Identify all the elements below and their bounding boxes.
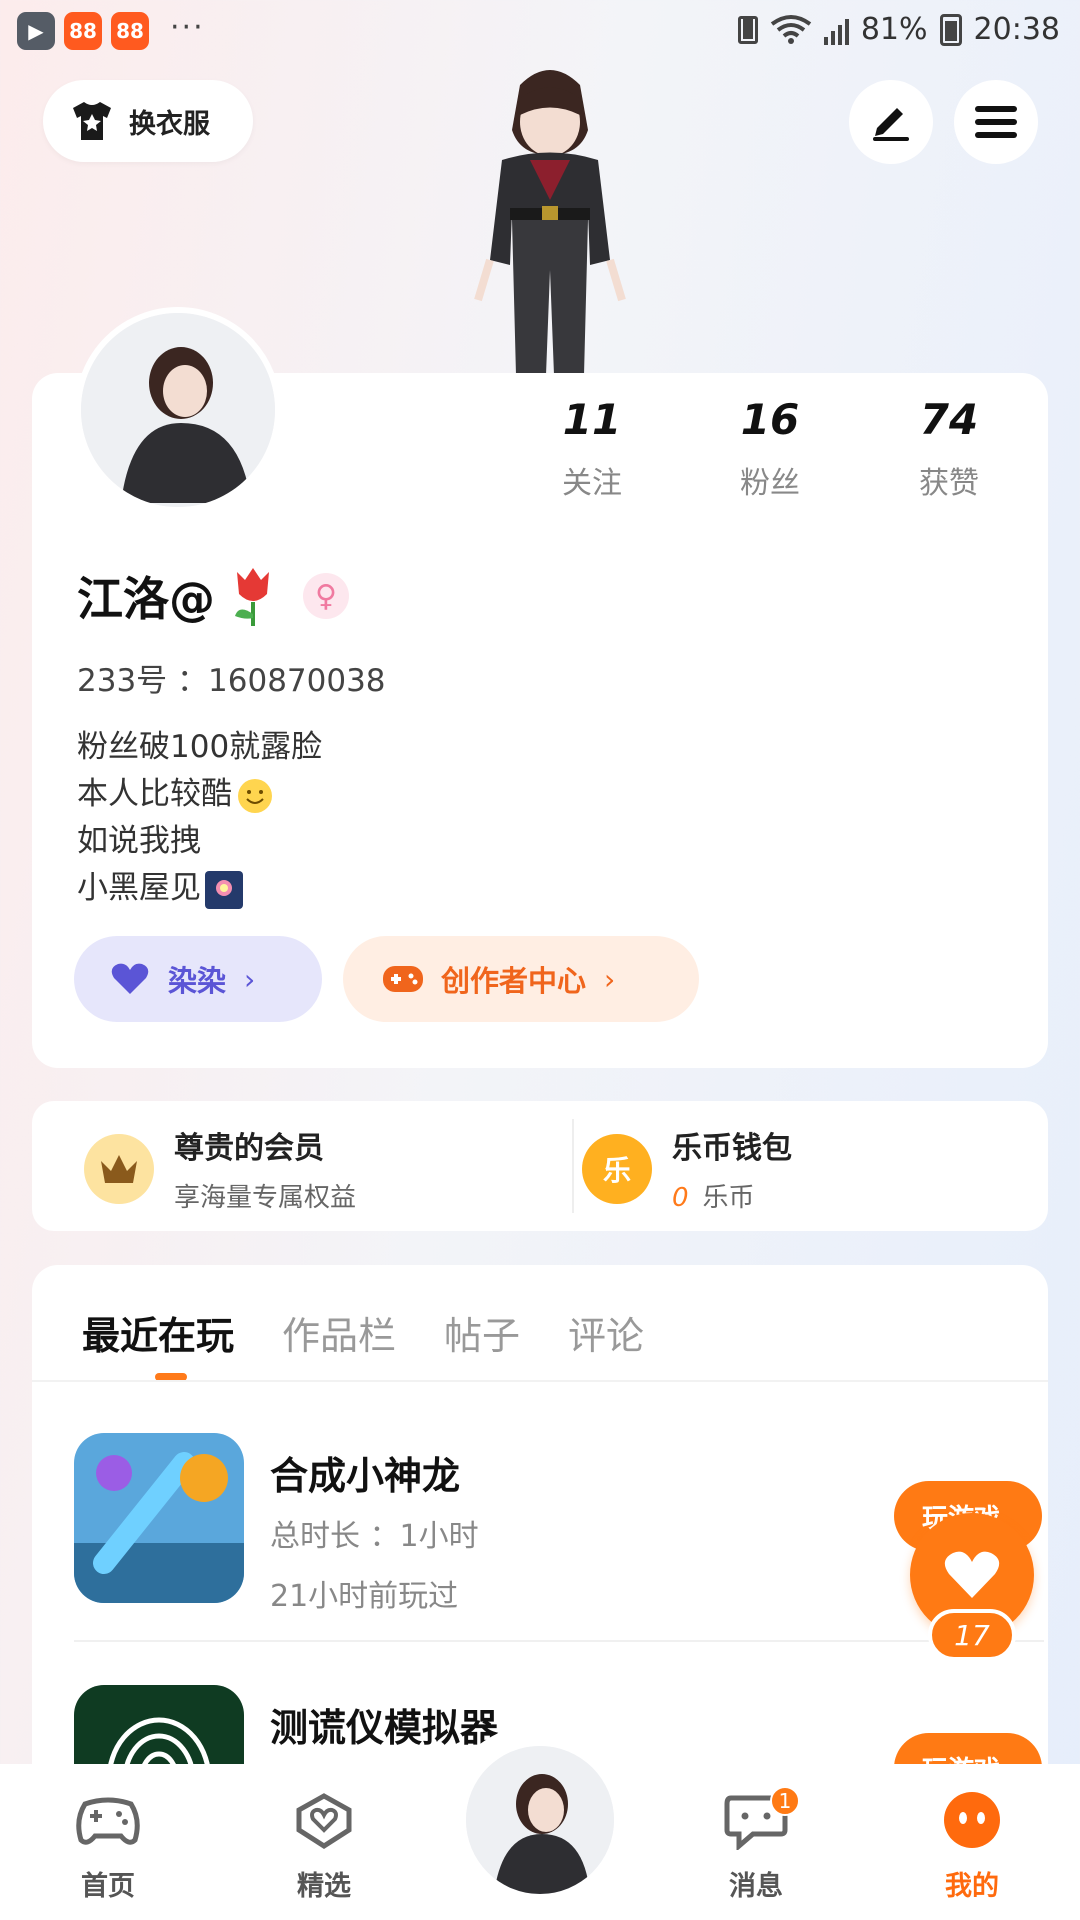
app-notification-icon: 88 (64, 12, 102, 50)
game-icon (74, 1433, 244, 1603)
edit-profile-button[interactable] (849, 80, 933, 164)
dye-button[interactable]: 染染 › (74, 936, 322, 1022)
tab-works[interactable]: 作品栏 (282, 1305, 396, 1360)
dye-label: 染染 (168, 964, 227, 998)
app-notification-icon: ▶ (17, 12, 55, 50)
avatar-image (81, 313, 275, 507)
coin-glyph: 乐 (602, 1153, 631, 1187)
vip-subtitle: 享海量专属权益 (174, 1183, 357, 1213)
tab-recent[interactable]: 最近在玩 (82, 1305, 234, 1360)
chevron-right-icon: › (244, 962, 256, 996)
change-outfit-label: 换衣服 (129, 108, 210, 140)
nav-home[interactable]: 首页 (48, 1790, 168, 1903)
status-bar: ▶ 88 88 ··· 81% 20:38 (0, 0, 1080, 62)
battery-percent: 81% (860, 12, 928, 47)
divider (74, 1640, 1044, 1642)
following-stat[interactable]: 11 关注 (522, 395, 662, 502)
avatar[interactable] (75, 307, 281, 513)
wallet-entry[interactable]: 乐 乐币钱包 0 乐币 (582, 1123, 792, 1214)
bio-line: 如说我拽 (77, 823, 201, 859)
member-wallet-card: 尊贵的会员 享海量专属权益 乐 乐币钱包 0 乐币 (32, 1101, 1048, 1231)
bio-line: 本人比较酷 (77, 776, 232, 812)
pencil-icon (873, 108, 909, 141)
bio: 粉丝破100就露脸 本人比较酷 如说我拽 小黑屋见 (77, 724, 322, 912)
bio-line: 小黑屋见 (77, 870, 201, 906)
female-gender-icon: ♀ (303, 573, 349, 619)
hamburger-icon (975, 106, 1017, 138)
gamepad-icon (383, 966, 423, 992)
creator-center-label: 创作者中心 (441, 964, 587, 998)
username: 江洛@ (77, 572, 215, 626)
game-duration: 总时长 ：1小时 (270, 1519, 479, 1554)
smiley-emoji-icon (238, 778, 272, 813)
nav-featured-label: 精选 (297, 1871, 351, 1902)
like-count: 17 (928, 1609, 1016, 1661)
crown-icon (84, 1133, 154, 1204)
creator-center-button[interactable]: 创作者中心 › (343, 936, 699, 1022)
heart-icon (944, 1551, 1000, 1598)
wifi-icon (770, 14, 812, 44)
change-outfit-button[interactable]: 换衣服 (43, 80, 253, 162)
more-notifications-icon: ··· (170, 10, 205, 45)
tab-comments[interactable]: 评论 (568, 1305, 644, 1360)
user-id: 233号 ：160870038 (77, 663, 386, 699)
vip-member-entry[interactable]: 尊贵的会员 享海量专属权益 (84, 1123, 356, 1214)
wallet-amount: 0 (672, 1183, 689, 1213)
sim-icon (737, 15, 758, 44)
chevron-right-icon: › (604, 962, 616, 996)
followers-stat[interactable]: 16 粉丝 (700, 395, 840, 502)
message-badge: 1 (770, 1786, 800, 1816)
avatar-image (466, 1746, 614, 1894)
game-name: 合成小神龙 (270, 1454, 461, 1498)
wallet-unit: 乐币 (702, 1183, 755, 1213)
nav-featured[interactable]: 精选 (264, 1790, 384, 1903)
game-last-played: 21小时前玩过 (270, 1579, 459, 1614)
vip-title: 尊贵的会员 (174, 1131, 324, 1166)
heart-badge-icon (296, 1793, 352, 1849)
signal-icon (823, 15, 849, 45)
following-label: 关注 (562, 466, 622, 501)
fireworks-emoji-icon (205, 870, 243, 909)
likes-stat[interactable]: 74 获赞 (879, 395, 1019, 502)
divider (32, 1380, 1048, 1382)
nav-home-label: 首页 (81, 1871, 135, 1902)
likes-count: 74 (919, 395, 979, 444)
wallet-title: 乐币钱包 (672, 1131, 792, 1166)
nav-me[interactable]: 我的 (912, 1790, 1032, 1903)
followers-label: 粉丝 (740, 466, 800, 501)
menu-button[interactable] (954, 80, 1038, 164)
followers-count: 16 (740, 395, 800, 444)
gamepad-icon (76, 1797, 140, 1845)
bio-line: 粉丝破100就露脸 (77, 729, 323, 765)
coin-icon: 乐 (582, 1133, 652, 1204)
nav-me-label: 我的 (945, 1871, 999, 1902)
tab-posts[interactable]: 帖子 (444, 1305, 520, 1360)
avatar-3d-figure[interactable] (430, 60, 670, 375)
clock: 20:38 (973, 12, 1060, 47)
nav-messages-label: 消息 (729, 1871, 783, 1902)
game-row[interactable]: 合成小神龙 总时长 ：1小时 21小时前玩过 玩游戏 (74, 1433, 1042, 1633)
likes-label: 获赞 (919, 466, 979, 501)
heart-icon (111, 963, 149, 994)
face-icon (944, 1792, 1000, 1848)
game-name: 测谎仪模拟器 (270, 1706, 499, 1750)
divider (572, 1119, 574, 1213)
app-notification-icon: 88 (111, 12, 149, 50)
battery-icon (939, 13, 962, 46)
following-count: 11 (562, 395, 622, 444)
shirt-icon (73, 102, 111, 140)
nav-avatar-button[interactable] (466, 1746, 614, 1894)
tulip-emoji-icon (235, 568, 269, 626)
